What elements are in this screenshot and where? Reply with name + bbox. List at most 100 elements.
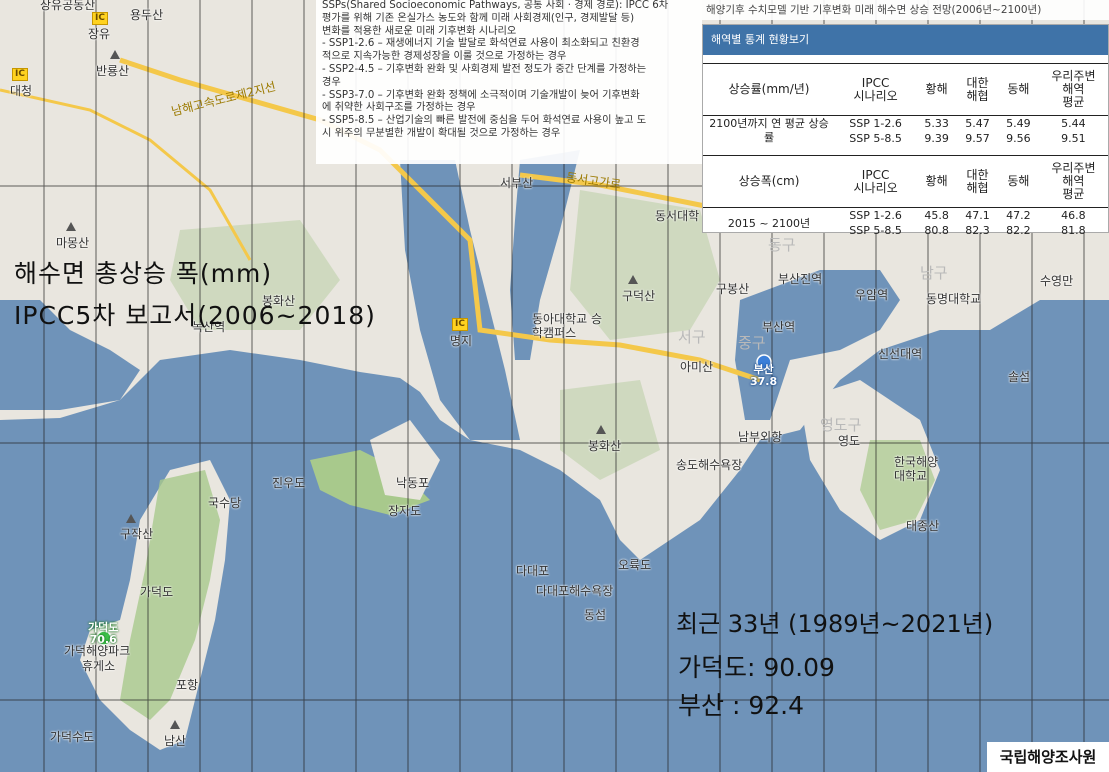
map-label: 부산역 (762, 320, 796, 334)
table-cell: SSP 1-2.6 (849, 117, 902, 130)
rise-rate-table: 상승률(mm/년) IPCC 시나리오 황해 대한 해협 동해 우리주변 해역 … (703, 63, 1108, 146)
map-label: 낙동포 (396, 476, 430, 490)
gadeokdo-rise-value: 가덕도: 90.09 (678, 653, 835, 682)
map-label: 장유 (88, 27, 111, 41)
table-cell: 9.39 (924, 132, 949, 145)
interchange-icon: IC (92, 12, 108, 25)
map-label: 신선대역 (878, 347, 923, 361)
ssp-line: - SSP1-2.6 – 재생에너지 기술 발달로 화석연료 사용이 최소화되고… (322, 38, 640, 50)
table-cell: 47.2 (1006, 209, 1031, 222)
table-cell: 9.56 (1006, 132, 1031, 145)
map-label: 대청 (10, 84, 33, 98)
table-header: 대한 해협 (966, 167, 989, 195)
agency-credit: 국립해양조사원 (987, 742, 1109, 772)
row-label: 2100년까지 연 평균 상승률 (709, 117, 829, 144)
table-cell: 46.8 (1061, 209, 1086, 222)
map-label: 가덕수도 (50, 730, 95, 744)
station-value: 37.8 (750, 375, 778, 388)
table-row: 2100년까지 연 평균 상승률 SSP 1-2.6 5.33 5.47 5.4… (703, 115, 1108, 144)
mountain-icon (110, 50, 120, 59)
table-cell: 47.1 (965, 209, 990, 222)
table-cell: 5.33 (924, 117, 949, 130)
table-header: 상승폭(cm) (738, 174, 800, 188)
map-label: 휴게소 (82, 659, 116, 673)
table-row: 2015 ~ 2100년 SSP 1-2.6 45.8 47.1 47.2 46… (703, 207, 1108, 230)
mountain-icon (628, 275, 638, 284)
map-label: 용두산 (130, 8, 164, 22)
ssp-line: 적으로 지속가능한 경제성장을 이룰 것으로 가정하는 경우 (322, 51, 567, 63)
district-label: 중구 (738, 334, 766, 352)
map-label: 아미산 (680, 360, 714, 374)
table-header: 황해 (925, 82, 948, 96)
map-label: 부산진역 (778, 272, 823, 286)
table-cell: 82.2 (1006, 224, 1031, 237)
map-label: 진우도 (272, 476, 306, 490)
map-label: 구작산 (120, 527, 154, 541)
table-cell: 80.8 (924, 224, 949, 237)
ssp-line: - SSP2-4.5 – 기후변화 완화 및 사회경제 발전 정도가 중간 단계… (322, 63, 647, 75)
district-label: 서구 (678, 328, 706, 346)
table-cell: 5.47 (965, 117, 990, 130)
ssp-description-box: SSPs(Shared Socioeconomic Pathways, 공통 사… (316, 0, 702, 164)
table-header: 동해 (1007, 174, 1030, 188)
table-cell: 9.57 (965, 132, 990, 145)
mountain-icon (126, 514, 136, 523)
table-cell: 81.8 (1061, 224, 1086, 237)
map-label: 오륙도 (618, 558, 652, 572)
table-cell: SSP 1-2.6 (849, 209, 902, 222)
ssp-line: 변화를 적용한 새로운 미래 기후변화 시나리오 (322, 25, 517, 37)
table-header: 대한 해협 (966, 75, 989, 103)
interchange-icon: IC (12, 68, 28, 81)
map-label: 송도해수욕장 (676, 458, 743, 472)
table-cell: 5.44 (1061, 117, 1086, 130)
map-label: 구덕산 (622, 289, 656, 303)
busan-station-label[interactable]: 부산 37.8 (750, 364, 777, 388)
table-header: 우리주변 해역 평균 (1051, 161, 1096, 201)
table-header: IPCC 시나리오 (853, 75, 898, 103)
mountain-icon (170, 720, 180, 729)
table-header: IPCC 시나리오 (853, 167, 898, 195)
map-label: 동아대학교 승학캠퍼스 (532, 312, 603, 340)
mountain-icon (66, 222, 76, 231)
row-label: 2015 ~ 2100년 (727, 216, 811, 230)
ssp-line: SSPs(Shared Socioeconomic Pathways, 공통 사… (322, 0, 669, 11)
map-label: 다대포해수욕장 (536, 584, 614, 598)
projection-title-bar: 해양기후 수치모델 기반 기후변화 미래 해수면 상승 전망(2006년~210… (702, 0, 1109, 20)
table-cell: 45.8 (924, 209, 949, 222)
map-label: 포항 (176, 678, 199, 692)
map-label: 다대포 (516, 564, 550, 578)
ssp-line: 에 취약한 사회구조를 가정하는 경우 (322, 102, 476, 114)
table-cell: 82.3 (965, 224, 990, 237)
table-header: 상승률(mm/년) (728, 82, 810, 96)
table-header: 우리주변 해역 평균 (1051, 69, 1096, 109)
ssp-line: - SSP3-7.0 – 기후변화 완화 정책에 소극적이며 기술개발이 늦어 … (322, 89, 640, 101)
recent-period-title: 최근 33년 (1989년~2021년) (676, 610, 994, 638)
ssp-line: - SSP5-8.5 – 산업기술의 빠른 발전에 중심을 두어 화석연료 사용… (322, 115, 647, 127)
gadeokdo-station-label[interactable]: 가덕도 70.6 (88, 622, 118, 646)
map-label: 마몽산 (56, 236, 90, 250)
district-label: 남구 (920, 264, 948, 282)
map-label: 태종산 (906, 519, 940, 533)
map-label: 동서대학 (655, 209, 700, 223)
map-label: 명지 (450, 334, 473, 348)
table-header: 황해 (925, 174, 948, 188)
sea-area-stats-panel[interactable]: 해역별 통계 현황보기 상승률(mm/년) IPCC 시나리오 황해 대한 해협… (702, 24, 1109, 237)
mountain-icon (596, 425, 606, 434)
table-cell: SSP 5-8.5 (849, 132, 902, 145)
table-cell: 5.49 (1006, 117, 1031, 130)
station-value: 70.6 (89, 633, 117, 646)
interchange-icon: IC (452, 318, 468, 331)
map-label: 장자도 (388, 504, 422, 518)
map-label: 국수당 (208, 496, 242, 510)
map-label: 수영만 (1040, 274, 1074, 288)
map-label: 반룡산 (96, 64, 130, 78)
map-label: 한국해양대학교 (894, 455, 939, 483)
busan-rise-value: 부산 : 92.4 (678, 691, 804, 720)
map-label: 남산 (164, 734, 187, 748)
ssp-line: 경우 (322, 76, 341, 88)
map-label: 가덕도 (140, 585, 174, 599)
map-label: 남부외항 (738, 430, 783, 444)
stats-panel-header[interactable]: 해역별 통계 현황보기 (703, 25, 1108, 55)
report-line: IPCC5차 보고서(2006~2018) (14, 301, 376, 330)
ssp-line: 평가를 위해 기존 온실가스 농도와 함께 미래 사회경제(인구, 경제발달 등… (322, 12, 635, 24)
